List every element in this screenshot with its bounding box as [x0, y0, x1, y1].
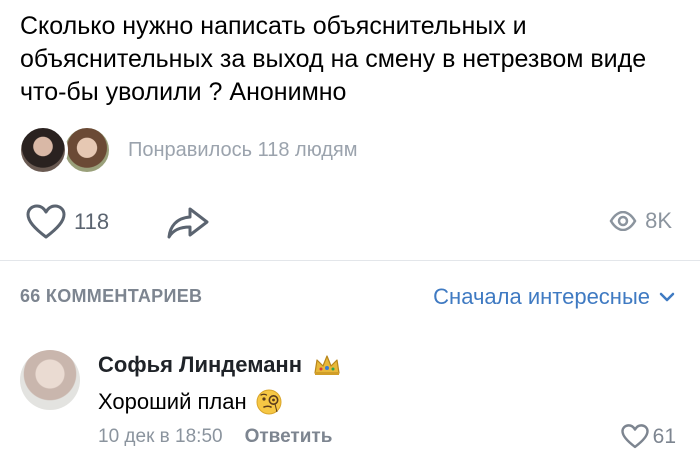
comment-text: Хороший план	[98, 389, 247, 414]
comments-header: 66 КОММЕНТАРИЕВ Сначала интересные	[0, 282, 700, 312]
liker-avatar[interactable]	[62, 125, 112, 175]
comment-like-count: 61	[652, 424, 676, 448]
likers-label[interactable]: Понравилось 118 людям	[128, 139, 358, 162]
share-arrow-icon	[167, 207, 209, 239]
post-text: Сколько нужно написать объяснительных и …	[20, 12, 647, 106]
comment-author[interactable]: Софья Линдеманн	[98, 352, 302, 378]
like-count: 118	[74, 209, 110, 234]
heart-icon	[26, 204, 66, 239]
post-actions: 118 8K	[0, 198, 700, 248]
liker-avatar[interactable]	[18, 125, 68, 175]
comment-date: 10 дек в 18:50	[98, 426, 223, 447]
chevron-down-icon	[659, 292, 675, 302]
comment-like-button[interactable]: 61	[620, 424, 676, 449]
comment-author-row: Софья Линдеманн	[98, 352, 342, 378]
comments-count: 66 КОММЕНТАРИЕВ	[20, 286, 203, 306]
eye-icon	[609, 211, 637, 231]
crown-icon	[314, 355, 340, 375]
like-button[interactable]: 118	[26, 204, 109, 240]
monocle-face-emoji	[256, 389, 282, 415]
post-view: Сколько нужно написать объяснительных и …	[0, 0, 700, 476]
sort-dropdown[interactable]: Сначала интересные	[433, 284, 676, 310]
share-button[interactable]	[166, 206, 210, 245]
sort-label[interactable]: Сначала интересные	[433, 284, 650, 310]
heart-icon	[620, 424, 649, 449]
views-count: 8K	[645, 208, 672, 233]
reply-button[interactable]: Ответить	[245, 426, 333, 448]
comment-meta: 10 дек в 18:50 Ответить	[98, 426, 332, 448]
avatar[interactable]	[20, 350, 80, 410]
likers-row[interactable]: Понравилось 118 людям	[18, 124, 358, 176]
comment-item: Софья Линдеманн Хороший план 10 дек в 18…	[0, 346, 700, 456]
views-indicator: 8K	[609, 208, 672, 234]
divider	[0, 260, 700, 261]
comment-text-row: Хороший план	[98, 388, 283, 416]
